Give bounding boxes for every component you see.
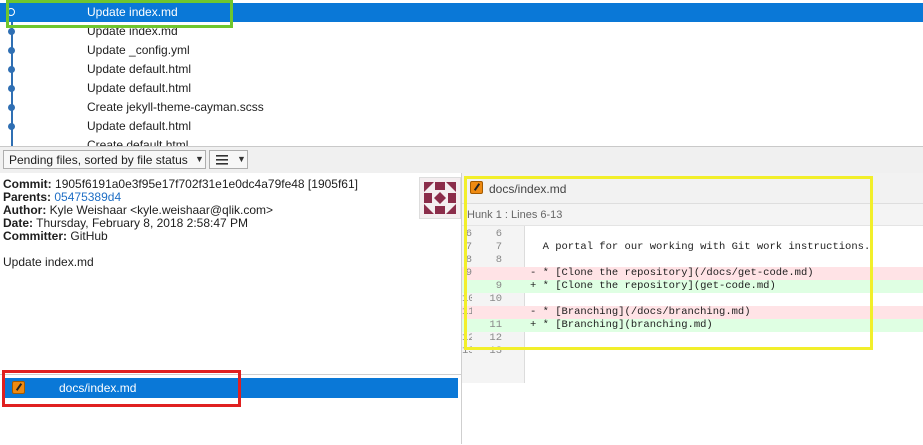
diff-panel: docs/index.md Hunk 1 : Lines 6-13 6 6 7 … [462, 173, 923, 444]
commit-node-icon [8, 123, 15, 130]
diff-line-text: + * [Clone the repository](get-code.md) [530, 280, 776, 292]
parents-label: Parents: [3, 190, 52, 204]
commit-message: Update index.md [87, 5, 178, 19]
diff-line: 6 6 [462, 228, 923, 241]
commit-message: Create jekyll-theme-cayman.scss [87, 100, 264, 114]
committer-value: GitHub [70, 229, 108, 243]
old-line-number: 12 [462, 332, 472, 344]
pending-files-sort-dropdown[interactable]: Pending files, sorted by file status ▼ [3, 150, 206, 169]
file-name: docs/index.md [59, 381, 137, 395]
commit-message: Update default.html [87, 119, 192, 133]
new-line-number: 8 [495, 254, 502, 266]
modified-file-icon [12, 381, 25, 394]
commit-details: Commit: 1905f6191a0e3f95e17f702f31e1e0dc… [0, 173, 461, 373]
date-value: Thursday, February 8, 2018 2:58:47 PM [36, 216, 249, 230]
list-icon [216, 155, 228, 165]
identicon-icon [420, 178, 460, 218]
committer-line: Committer: GitHub [3, 229, 108, 243]
parent-commit-link[interactable]: 05475389d4 [54, 190, 121, 204]
diff-line: 12 12 [462, 332, 923, 345]
committer-label: Committer: [3, 229, 68, 243]
old-line-number: 9 [465, 267, 472, 279]
diff-line-added: 11 + * [Branching](branching.md) [462, 319, 923, 332]
author-value: Kyle Weishaar <kyle.weishaar@qlik.com> [49, 203, 274, 217]
commit-message: Update _config.yml [87, 43, 190, 57]
new-line-number: 13 [489, 345, 502, 357]
commit-message: Create default.html [87, 138, 189, 146]
new-line-number: 7 [495, 241, 502, 253]
diff-line: 8 8 [462, 254, 923, 267]
old-line-number: 7 [465, 241, 472, 253]
commit-node-icon [8, 66, 15, 73]
author-label: Author: [3, 203, 47, 217]
diff-line: 7 7 A portal for our working with Git wo… [462, 241, 923, 254]
commit-message: Update default.html [87, 62, 192, 76]
commit-hash: 1905f6191a0e3f95e17f702f31e1e0dc4a79fe48… [55, 177, 358, 191]
old-line-number: 13 [462, 345, 472, 357]
commit-row[interactable]: Update _config.yml [0, 41, 923, 60]
diff-line-text: A portal for our working with Git work i… [530, 241, 871, 253]
new-line-number: 9 [495, 280, 502, 292]
new-line-number: 12 [489, 332, 502, 344]
diff-line-removed: 11 - * [Branching](/docs/branching.md) [462, 306, 923, 319]
diff-line-added: 9 + * [Clone the repository](get-code.md… [462, 280, 923, 293]
commit-row[interactable]: Create jekyll-theme-cayman.scss [0, 98, 923, 117]
chevron-down-icon: ▼ [195, 154, 204, 164]
diff-line-removed: 9 - * [Clone the repository](/docs/get-c… [462, 267, 923, 280]
view-mode-dropdown[interactable]: ▼ [209, 150, 248, 169]
commit-log: Update index.md Update index.md Update _… [0, 0, 923, 146]
hunk-header-label: Hunk 1 : Lines 6-13 [467, 209, 563, 221]
hunk-header: Hunk 1 : Lines 6-13 [462, 204, 923, 226]
commit-row[interactable]: Update index.md [0, 22, 923, 41]
commit-hash-line: Commit: 1905f6191a0e3f95e17f702f31e1e0dc… [3, 177, 358, 191]
date-label: Date: [3, 216, 34, 230]
author-line: Author: Kyle Weishaar <kyle.weishaar@qli… [3, 203, 273, 217]
commit-node-icon [8, 85, 15, 92]
modified-file-icon [470, 181, 483, 194]
old-line-number: 6 [465, 228, 472, 240]
commit-row[interactable]: Update default.html [0, 60, 923, 79]
old-line-number: 10 [462, 293, 472, 305]
commit-node-icon [8, 28, 15, 35]
commit-node-icon [7, 8, 15, 16]
old-line-number: 8 [465, 254, 472, 266]
avatar [419, 177, 461, 219]
chevron-down-icon: ▼ [237, 154, 246, 164]
commit-node-icon [8, 47, 15, 54]
commit-row[interactable]: Update default.html [0, 117, 923, 136]
commit-full-message: Update index.md [3, 255, 94, 269]
commit-message: Update index.md [87, 24, 178, 38]
new-line-number: 10 [489, 293, 502, 305]
diff-line-text: - * [Clone the repository](/docs/get-cod… [530, 267, 814, 279]
new-line-number: 6 [495, 228, 502, 240]
diff-file-header: docs/index.md [462, 173, 923, 204]
diff-line: 10 10 [462, 293, 923, 306]
diff-line-text: - * [Branching](/docs/branching.md) [530, 306, 751, 318]
old-line-number: 11 [462, 306, 472, 318]
pending-files-sort-label: Pending files, sorted by file status [9, 153, 188, 167]
commit-node-icon [8, 104, 15, 111]
commit-message: Update default.html [87, 81, 192, 95]
parents-line: Parents: 05475389d4 [3, 190, 121, 204]
diff-file-path: docs/index.md [489, 182, 567, 196]
commit-row[interactable]: Create default.html [0, 136, 923, 146]
date-line: Date: Thursday, February 8, 2018 2:58:47… [3, 216, 248, 230]
commit-row[interactable]: Update default.html [0, 79, 923, 98]
file-toolbar: Pending files, sorted by file status ▼ ▼ [0, 146, 923, 174]
file-row[interactable]: docs/index.md [3, 378, 458, 398]
new-line-number: 11 [489, 319, 502, 331]
commit-row[interactable]: Update index.md [0, 3, 923, 22]
commit-label: Commit: [3, 177, 52, 191]
diff-line-text: + * [Branching](branching.md) [530, 319, 713, 331]
diff-line: 13 13 [462, 345, 923, 358]
changed-files-list: docs/index.md [0, 374, 461, 445]
